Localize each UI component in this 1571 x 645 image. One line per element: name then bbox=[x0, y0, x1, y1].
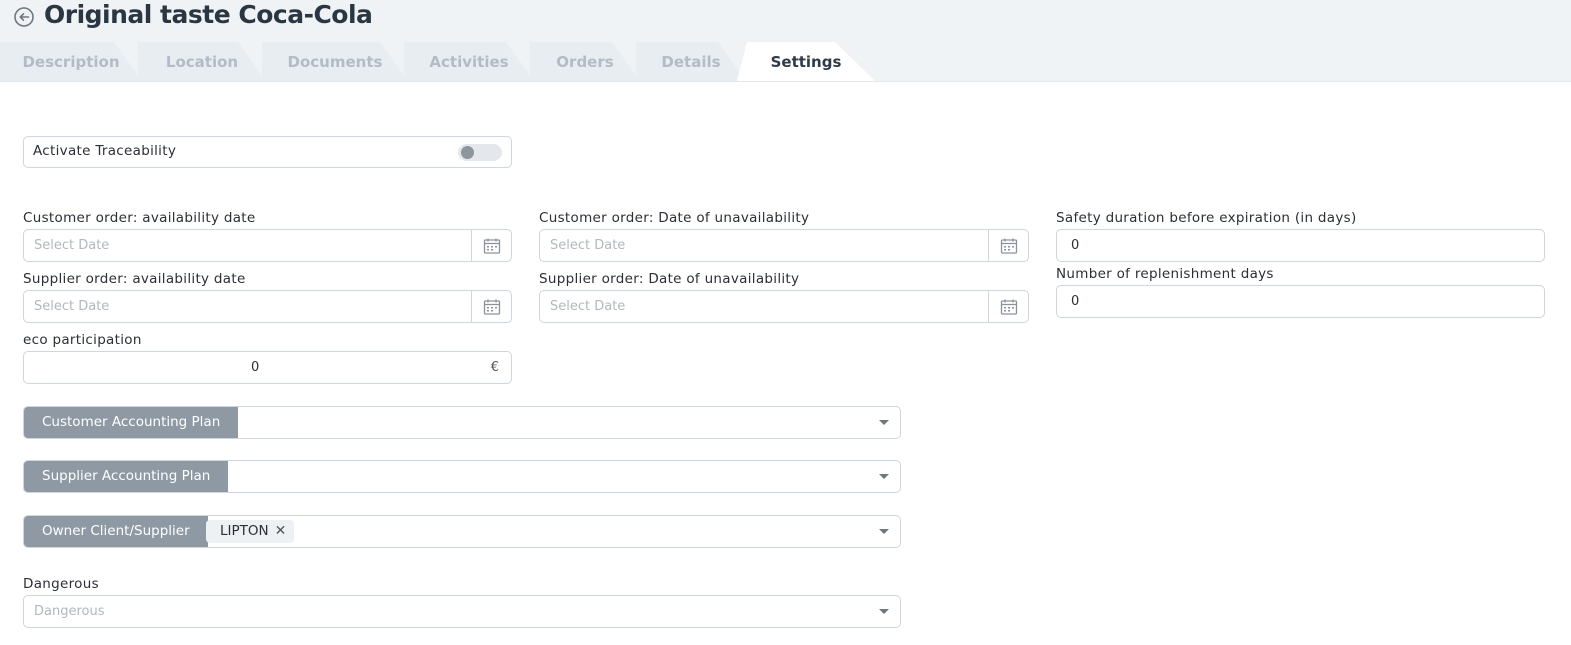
calendar-icon bbox=[483, 299, 500, 315]
calendar-button[interactable] bbox=[988, 230, 1028, 261]
owner-chip-label: LIPTON bbox=[220, 523, 269, 539]
supplier-accounting-plan-select[interactable]: Supplier Accounting Plan bbox=[23, 460, 901, 493]
replenishment-input[interactable]: 0 bbox=[1056, 285, 1545, 318]
calendar-icon bbox=[1000, 299, 1017, 315]
safety-duration-input[interactable]: 0 bbox=[1056, 229, 1545, 262]
traceability-label: Activate Traceability bbox=[33, 143, 177, 159]
remove-chip-icon[interactable]: ✕ bbox=[275, 523, 287, 539]
chevron-down-icon[interactable] bbox=[879, 529, 889, 534]
customer-accounting-plan-select[interactable]: Customer Accounting Plan bbox=[23, 406, 901, 439]
euro-symbol: € bbox=[490, 360, 499, 375]
page-title: Original taste Coca-Cola bbox=[44, 0, 373, 29]
back-arrow-icon[interactable] bbox=[14, 7, 34, 27]
calendar-button[interactable] bbox=[471, 291, 511, 322]
dangerous-label: Dangerous bbox=[23, 576, 99, 592]
page-header: Original taste Coca-Cola Description Loc… bbox=[0, 0, 1571, 82]
supplier-availability-date-input[interactable]: Select Date bbox=[23, 290, 512, 323]
calendar-button[interactable] bbox=[988, 291, 1028, 322]
customer-availability-placeholder: Select Date bbox=[34, 238, 110, 253]
tab-settings[interactable]: Settings bbox=[737, 42, 875, 81]
tab-bar: Description Location Documents Activitie… bbox=[0, 42, 1571, 81]
eco-participation-input[interactable]: 0 € bbox=[23, 351, 512, 384]
customer-availability-date-input[interactable]: Select Date bbox=[23, 229, 512, 262]
owner-client-supplier-select[interactable]: Owner Client/Supplier LIPTON ✕ bbox=[23, 515, 901, 548]
owner-chip: LIPTON ✕ bbox=[206, 520, 295, 543]
dangerous-placeholder: Dangerous bbox=[34, 604, 105, 619]
supplier-availability-placeholder: Select Date bbox=[34, 299, 110, 314]
owner-client-supplier-label: Owner Client/Supplier bbox=[24, 516, 208, 547]
customer-availability-label: Customer order: availability date bbox=[23, 210, 256, 226]
safety-duration-label: Safety duration before expiration (in da… bbox=[1056, 210, 1357, 226]
traceability-row: Activate Traceability bbox=[23, 136, 512, 168]
supplier-availability-label: Supplier order: availability date bbox=[23, 271, 246, 287]
supplier-accounting-plan-label: Supplier Accounting Plan bbox=[24, 461, 229, 492]
tab-description[interactable]: Description bbox=[0, 42, 142, 81]
supplier-unavailability-placeholder: Select Date bbox=[550, 299, 626, 314]
supplier-unavailability-label: Supplier order: Date of unavailability bbox=[539, 271, 800, 287]
replenishment-value: 0 bbox=[1071, 294, 1080, 309]
calendar-icon bbox=[1000, 238, 1017, 254]
dangerous-select[interactable]: Dangerous bbox=[23, 595, 901, 628]
chevron-down-icon[interactable] bbox=[879, 474, 889, 479]
safety-duration-value: 0 bbox=[1071, 238, 1080, 253]
customer-unavailability-placeholder: Select Date bbox=[550, 238, 626, 253]
eco-participation-label: eco participation bbox=[23, 332, 142, 348]
tab-documents[interactable]: Documents bbox=[262, 42, 408, 81]
chevron-down-icon[interactable] bbox=[879, 609, 889, 614]
tab-location[interactable]: Location bbox=[138, 42, 266, 81]
calendar-icon bbox=[483, 238, 500, 254]
customer-unavailability-label: Customer order: Date of unavailability bbox=[539, 210, 810, 226]
customer-accounting-plan-label: Customer Accounting Plan bbox=[24, 407, 239, 438]
tab-activities[interactable]: Activities bbox=[404, 42, 534, 81]
settings-panel: Activate Traceability Customer order: av… bbox=[0, 81, 1571, 645]
eco-participation-value: 0 bbox=[251, 360, 260, 375]
tab-orders[interactable]: Orders bbox=[530, 42, 640, 81]
traceability-toggle[interactable] bbox=[458, 144, 502, 161]
supplier-unavailability-date-input[interactable]: Select Date bbox=[539, 290, 1029, 323]
chevron-down-icon[interactable] bbox=[879, 420, 889, 425]
customer-unavailability-date-input[interactable]: Select Date bbox=[539, 229, 1029, 262]
replenishment-label: Number of replenishment days bbox=[1056, 266, 1274, 282]
toggle-knob bbox=[461, 146, 474, 159]
calendar-button[interactable] bbox=[471, 230, 511, 261]
tab-details[interactable]: Details bbox=[636, 42, 746, 81]
